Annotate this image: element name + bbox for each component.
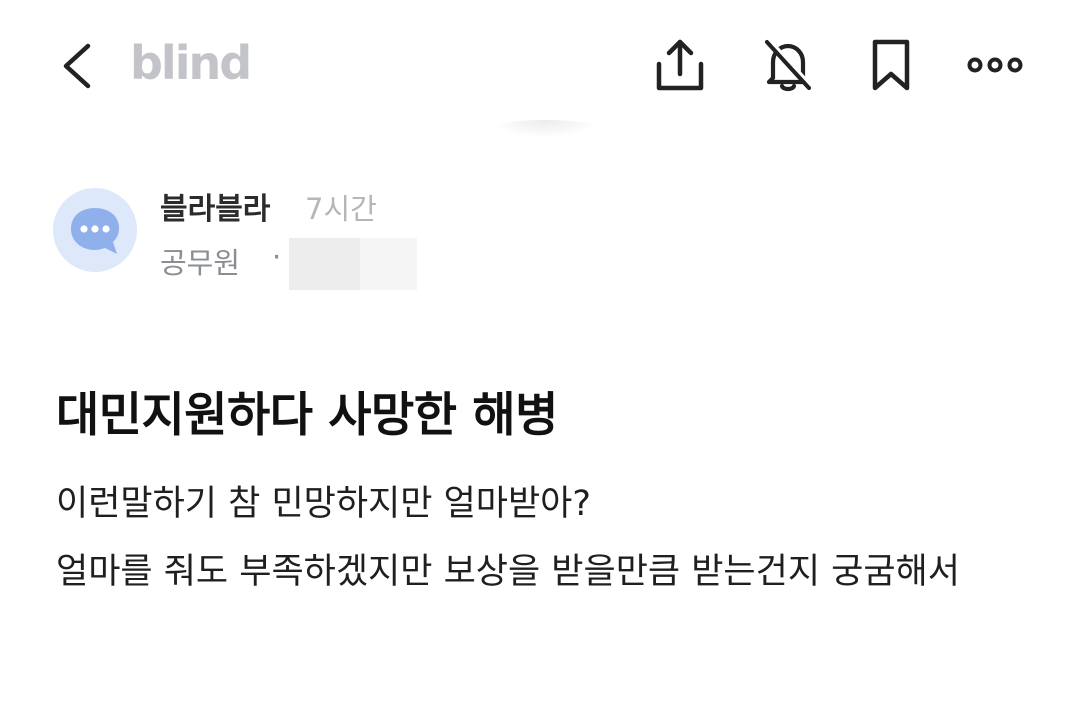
- author-name[interactable]: 블라블라: [160, 184, 270, 228]
- more-options-button[interactable]: [966, 36, 1024, 94]
- author-organization: 공무원: [160, 246, 241, 280]
- bookmark-icon: [872, 39, 910, 91]
- bookmark-button[interactable]: [862, 36, 920, 94]
- post-title: 대민지원하다 사망한 해병: [56, 388, 558, 443]
- scroll-shadow: [490, 120, 600, 138]
- more-horizontal-icon: [967, 57, 1023, 73]
- chat-bubble-icon: [71, 208, 119, 254]
- bell-off-icon: [764, 37, 813, 92]
- top-bar: blind: [0, 0, 1080, 130]
- notification-toggle-button[interactable]: [759, 36, 817, 94]
- redacted-block: [360, 238, 417, 290]
- post-time: 7시간: [305, 192, 377, 226]
- app-logo: blind: [130, 36, 252, 90]
- post-body: 이런말하기 참 민망하지만 얼마받아? 얼마를 줘도 부족하겠지만 보상을 받을…: [56, 470, 1046, 606]
- share-button[interactable]: [651, 36, 709, 94]
- share-icon: [656, 39, 704, 91]
- post-body-paragraph: 이런말하기 참 민망하지만 얼마받아?: [56, 484, 591, 524]
- meta-separator: ·: [272, 240, 282, 274]
- chevron-left-icon: [63, 43, 91, 89]
- back-button[interactable]: [52, 38, 104, 94]
- author-avatar[interactable]: [53, 188, 137, 272]
- redacted-block: [289, 238, 361, 290]
- post-body-paragraph: 얼마를 줘도 부족하겠지만 보상을 받을만큼 받는건지 궁굼해서: [56, 552, 960, 592]
